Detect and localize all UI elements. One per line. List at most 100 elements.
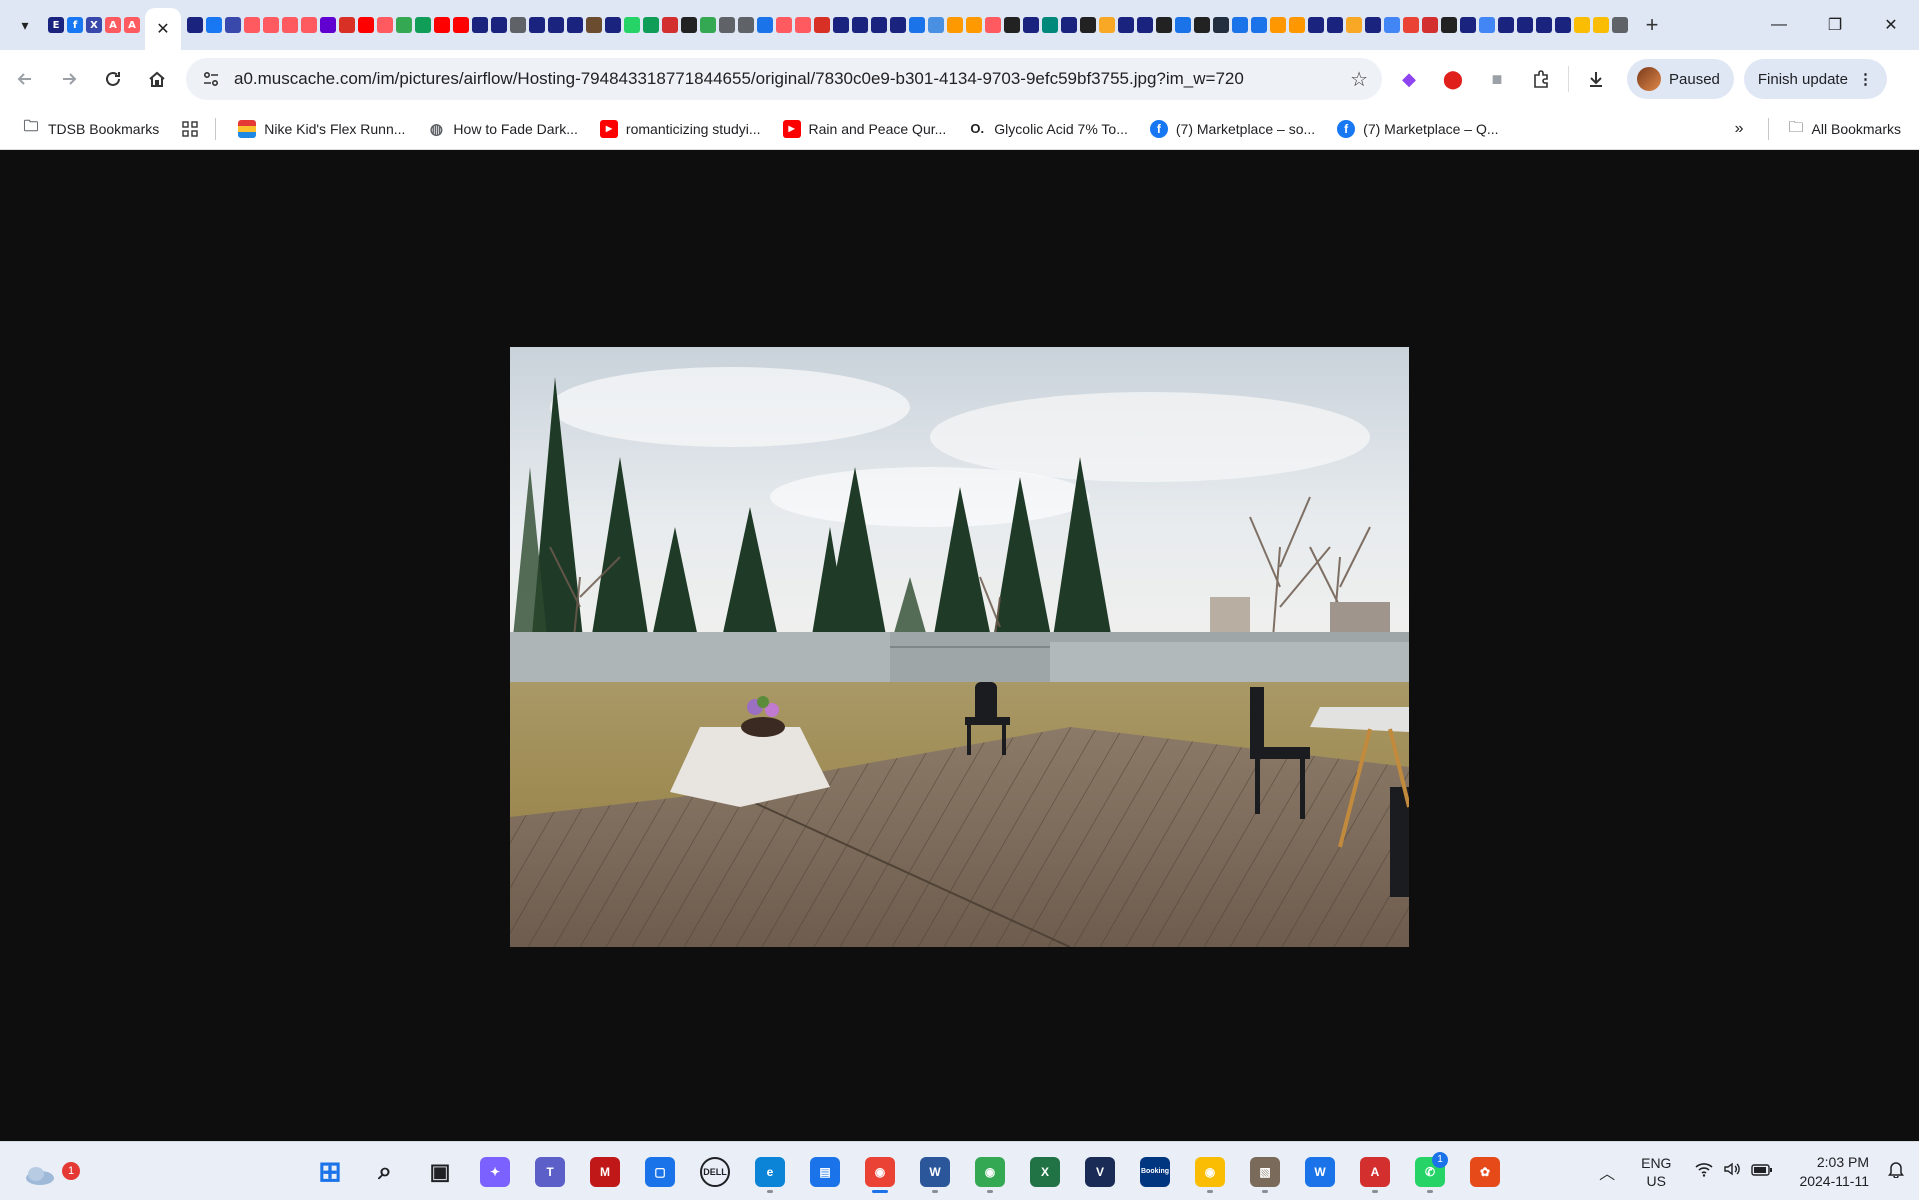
- close-window-button[interactable]: ✕: [1863, 0, 1919, 50]
- wifi-icon[interactable]: [1695, 1161, 1713, 1182]
- tab-favicon[interactable]: [909, 17, 925, 33]
- tab-favicon[interactable]: [795, 17, 811, 33]
- task-view-button[interactable]: ▣: [418, 1150, 462, 1194]
- bookmark-star-icon[interactable]: ☆: [1350, 67, 1368, 92]
- tab-favicon[interactable]: [1593, 17, 1609, 33]
- bookmark-glycolic[interactable]: O. Glycolic Acid 7% To...: [968, 120, 1127, 138]
- tab-favicon[interactable]: [548, 17, 564, 33]
- tab-favicon[interactable]: [282, 17, 298, 33]
- tab-favicon[interactable]: [966, 17, 982, 33]
- tab-favicon[interactable]: [719, 17, 735, 33]
- tab-search-button[interactable]: ▾: [8, 8, 42, 42]
- tab-favicon[interactable]: A: [105, 17, 121, 33]
- tab-favicon[interactable]: [1042, 17, 1058, 33]
- tab-favicon[interactable]: [320, 17, 336, 33]
- tab-favicon[interactable]: A: [124, 17, 140, 33]
- tab-favicon[interactable]: [1574, 17, 1590, 33]
- tab-favicon[interactable]: [1080, 17, 1096, 33]
- photos-app[interactable]: ✿: [1463, 1150, 1507, 1194]
- tab-favicon[interactable]: [1308, 17, 1324, 33]
- tab-favicon[interactable]: [1156, 17, 1172, 33]
- tab-favicon[interactable]: [738, 17, 754, 33]
- tab-favicon[interactable]: [1232, 17, 1248, 33]
- chrome-app[interactable]: ◉: [858, 1150, 902, 1194]
- tab-favicon[interactable]: [1555, 17, 1571, 33]
- notification-bell-icon[interactable]: [1887, 1160, 1905, 1183]
- copilot-app[interactable]: ✦: [473, 1150, 517, 1194]
- tab-favicon[interactable]: [396, 17, 412, 33]
- edge-app[interactable]: e: [748, 1150, 792, 1194]
- tab-favicon[interactable]: [358, 17, 374, 33]
- tab-favicon[interactable]: [339, 17, 355, 33]
- tab-favicon[interactable]: [1422, 17, 1438, 33]
- tab-favicon[interactable]: [263, 17, 279, 33]
- extension-grey-icon[interactable]: ■: [1480, 62, 1514, 96]
- tab-favicon[interactable]: [1213, 17, 1229, 33]
- tab-favicon[interactable]: [1479, 17, 1495, 33]
- bookmark-rain-peace[interactable]: ▶ Rain and Peace Qur...: [782, 119, 946, 138]
- tab-favicon[interactable]: [1118, 17, 1134, 33]
- excel-app[interactable]: X: [1023, 1150, 1067, 1194]
- home-button[interactable]: [138, 60, 176, 98]
- site-settings-icon[interactable]: [200, 68, 222, 90]
- vpn-app[interactable]: V: [1078, 1150, 1122, 1194]
- tab-favicon[interactable]: [928, 17, 944, 33]
- bookmark-marketplace-2[interactable]: f (7) Marketplace – Q...: [1337, 119, 1499, 138]
- tab-favicon[interactable]: [244, 17, 260, 33]
- tab-favicon[interactable]: [1175, 17, 1191, 33]
- chrome-profile-app[interactable]: ◉: [968, 1150, 1012, 1194]
- tab-favicon[interactable]: [206, 17, 222, 33]
- tab-favicon[interactable]: [1289, 17, 1305, 33]
- mcafee-app[interactable]: M: [583, 1150, 627, 1194]
- tab-favicon[interactable]: [510, 17, 526, 33]
- tab-favicon[interactable]: [1327, 17, 1343, 33]
- new-tab-button[interactable]: +: [1637, 10, 1667, 40]
- bookmark-marketplace-1[interactable]: f (7) Marketplace – so...: [1149, 119, 1315, 138]
- bookmark-tdsb[interactable]: 🗀 TDSB Bookmarks: [22, 118, 159, 138]
- tab-favicon[interactable]: [605, 17, 621, 33]
- teams-app[interactable]: T: [528, 1150, 572, 1194]
- tab-favicon[interactable]: X: [86, 17, 102, 33]
- tab-favicon[interactable]: [567, 17, 583, 33]
- tab-favicon[interactable]: [624, 17, 640, 33]
- tab-favicon[interactable]: E: [48, 17, 64, 33]
- backyard-deck-photo[interactable]: [510, 347, 1409, 947]
- reload-button[interactable]: [94, 60, 132, 98]
- url-text[interactable]: a0.muscache.com/im/pictures/airflow/Host…: [234, 69, 1350, 89]
- tab-favicon[interactable]: [1365, 17, 1381, 33]
- booking-app[interactable]: Booking: [1133, 1150, 1177, 1194]
- tab-favicon[interactable]: [586, 17, 602, 33]
- forward-button[interactable]: [50, 60, 88, 98]
- tab-favicon[interactable]: [681, 17, 697, 33]
- tab-favicon[interactable]: [1384, 17, 1400, 33]
- language-indicator[interactable]: ENG US: [1641, 1154, 1671, 1190]
- all-bookmarks-button[interactable]: 🗀 All Bookmarks: [1789, 117, 1901, 142]
- tab-favicon[interactable]: [1460, 17, 1476, 33]
- tab-favicon[interactable]: [1441, 17, 1457, 33]
- search-button[interactable]: ⌕: [363, 1150, 407, 1194]
- tab-favicon[interactable]: [757, 17, 773, 33]
- finish-update-button[interactable]: Finish update ⋮: [1743, 59, 1887, 99]
- acrobat-app[interactable]: A: [1353, 1150, 1397, 1194]
- dell-app[interactable]: DELL: [693, 1150, 737, 1194]
- tab-favicon[interactable]: [225, 17, 241, 33]
- show-hidden-icons-icon[interactable]: ︿: [1599, 1160, 1615, 1184]
- tab-favicon[interactable]: [1346, 17, 1362, 33]
- bookmark-fade-dark[interactable]: ◍ How to Fade Dark...: [427, 120, 578, 138]
- tab-favicon[interactable]: [472, 17, 488, 33]
- tab-favicon[interactable]: [890, 17, 906, 33]
- tab-favicon[interactable]: [700, 17, 716, 33]
- whatsapp-app[interactable]: ✆ 1: [1408, 1150, 1452, 1194]
- tab-favicon[interactable]: [1023, 17, 1039, 33]
- battery-icon[interactable]: [1751, 1163, 1773, 1181]
- word-app[interactable]: W: [913, 1150, 957, 1194]
- tab-favicon[interactable]: [491, 17, 507, 33]
- tab-favicon[interactable]: [1536, 17, 1552, 33]
- tab-favicon[interactable]: [1137, 17, 1153, 33]
- wordpress-app[interactable]: W: [1298, 1150, 1342, 1194]
- dell-support-app[interactable]: ▢: [638, 1150, 682, 1194]
- more-bookmarks-icon[interactable]: »: [1735, 120, 1744, 138]
- tab-favicon[interactable]: [1403, 17, 1419, 33]
- tab-favicon[interactable]: [662, 17, 678, 33]
- tab-favicon[interactable]: [529, 17, 545, 33]
